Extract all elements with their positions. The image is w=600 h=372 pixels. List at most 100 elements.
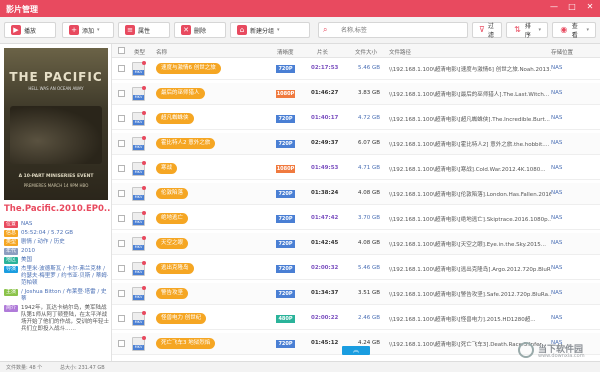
resolution-badge: 720P (276, 115, 295, 123)
movie-title[interactable]: 伦敦陷落 (156, 188, 189, 199)
movie-title[interactable]: 最后的巫师猎人 (156, 88, 205, 99)
info-value: 杰里米·波德斯瓦 / 卡尔·弗兰克林 / 约瑟夫·梅里罗 / 约书亚·贝斯 / … (21, 266, 109, 286)
info-value: / Joshua Bitton / 布莱登·塔雷 / 史蒂 (21, 289, 107, 302)
info-value: 05:52:04 / 5.72 GB (21, 230, 74, 236)
row-checkbox[interactable] (118, 140, 125, 147)
minimize-icon[interactable]: — (548, 2, 560, 11)
table-row[interactable]: MKV 警告攻坚 720P 01:34:37 3.51 GB \\192.168.1.10… (112, 283, 600, 305)
duration: 01:46:27 (311, 90, 339, 96)
properties-label: 属性 (138, 27, 151, 35)
row-checkbox[interactable] (118, 290, 125, 297)
add-button[interactable]: + 添加 ▾ (62, 22, 114, 38)
new-group-label: 新建分组 (250, 27, 275, 35)
info-row: 信息 05:52:04 / 5.72 GB (4, 230, 110, 237)
movie-title[interactable]: 速度与激情6 创世之旅 (156, 63, 221, 74)
row-checkbox[interactable] (118, 215, 125, 222)
row-checkbox[interactable] (118, 190, 125, 197)
info-value: NAS (21, 221, 33, 227)
duration: 01:42:45 (311, 240, 339, 246)
row-checkbox[interactable] (118, 165, 125, 172)
search-input[interactable] (341, 25, 461, 36)
column-path[interactable]: 文件路径 (389, 48, 411, 56)
poster-subtitle: HELL WAS AN OCEAN AWAY (28, 86, 84, 91)
row-checkbox[interactable] (118, 240, 125, 247)
app-title: 影片管理 (6, 5, 38, 14)
sort-button[interactable]: ⇅ 排序 ▾ (506, 22, 548, 39)
file-path: \\192.168.1.100\超清电影\[超凡蜘蛛侠].The.Incredi… (389, 117, 550, 123)
movie-poster[interactable]: THE PACIFIC HELL WAS AN OCEAN AWAY A 10-… (4, 48, 108, 200)
movie-title[interactable]: 逃出克隆岛 (156, 263, 194, 274)
play-button[interactable]: ▶ 播放 (4, 22, 56, 38)
filter-button[interactable]: ⊽ 过滤 (472, 22, 502, 39)
table-row[interactable]: MKV 怪兽电力 创世纪 480P 02:00:22 2.46 GB \\192.168.… (112, 308, 600, 330)
row-checkbox[interactable] (118, 90, 125, 97)
file-size: 3.70 GB (358, 215, 381, 221)
row-checkbox[interactable] (118, 340, 125, 347)
file-path: \\192.168.1.100\超清电影\[速度与激情6] 创世之旅.Noah.… (389, 67, 551, 73)
storage-location: NAS (551, 65, 563, 71)
movie-title[interactable]: 绝地逃亡 (156, 213, 189, 224)
mkv-file-icon: MKV (132, 236, 146, 251)
info-row: 导演 杰里米·波德斯瓦 / 卡尔·弗兰克林 / 约瑟夫·梅里罗 / 约书亚·贝斯 … (4, 266, 110, 287)
column-name[interactable]: 名称 (156, 48, 167, 56)
mkv-file-icon: MKV (132, 261, 146, 276)
file-path: \\192.168.1.100\超清电影\[寒战].Cold.War.2012.… (389, 167, 546, 173)
poster-image (10, 106, 102, 164)
table-row[interactable]: MKV 天空之眼 720P 01:42:45 4.08 GB \\192.168.1.10… (112, 233, 600, 255)
movie-title[interactable]: 寒战 (156, 163, 178, 174)
search-box[interactable]: ⌕ (318, 22, 468, 38)
file-size: 2.46 GB (358, 315, 381, 321)
table-row[interactable]: MKV 霍比特人2 意外之旅 720P 02:49:37 6.07 GB \\192.16… (112, 133, 600, 155)
info-value: 剧情 / 动作 / 历史 (21, 239, 65, 245)
movie-title[interactable]: 警告攻坚 (156, 288, 189, 299)
storage-location: NAS (551, 140, 563, 146)
duration: 02:17:53 (311, 65, 339, 71)
movie-title[interactable]: 超凡蜘蛛侠 (156, 113, 194, 124)
row-checkbox[interactable] (118, 315, 125, 322)
play-icon: ▶ (11, 25, 21, 35)
new-group-button[interactable]: ⌂ 新建分组 ▾ (230, 22, 310, 38)
table-row[interactable]: MKV 逃出克隆岛 720P 02:00:32 5.46 GB \\192.168.1.1… (112, 258, 600, 280)
column-type[interactable]: 类型 (134, 48, 145, 56)
column-size[interactable]: 文件大小 (355, 48, 377, 56)
column-location[interactable]: 存储位置 (551, 48, 573, 56)
row-checkbox[interactable] (118, 115, 125, 122)
row-checkbox[interactable] (118, 265, 125, 272)
movie-title[interactable]: 天空之眼 (156, 238, 189, 249)
movie-info: 位置 NAS 信息 05:52:04 / 5.72 GB 类型 剧情 / 动作 / 历史年… (4, 221, 110, 335)
table-row[interactable]: MKV 绝地逃亡 720P 01:47:42 3.70 GB \\192.168.1.10… (112, 208, 600, 230)
select-all-checkbox[interactable] (118, 47, 125, 54)
mkv-file-icon: MKV (132, 111, 146, 126)
info-tag: 类型 (4, 239, 18, 246)
movie-title[interactable]: 怪兽电力 创世纪 (156, 313, 207, 324)
info-tag: 年代 (4, 248, 18, 255)
table-header: 类型 名称 清晰度 片长 文件大小 文件路径 存储位置 (112, 44, 600, 58)
file-path: \\192.168.1.100\超清电影\[伦敦陷落].London.Has.F… (389, 192, 551, 198)
column-duration[interactable]: 片长 (317, 48, 328, 56)
chevron-down-icon: ▾ (277, 27, 280, 33)
table-row[interactable]: MKV 寒战 1080P 01:49:53 4.71 GB \\192.168.1.100… (112, 158, 600, 180)
poster-event: A 10-PART MINISERIES EVENT (18, 174, 94, 179)
chevron-down-icon: ▾ (97, 27, 100, 33)
row-checkbox[interactable] (118, 65, 125, 72)
properties-button[interactable]: ≡ 属性 (118, 22, 170, 38)
table-row[interactable]: MKV 超凡蜘蛛侠 720P 01:40:17 4.72 GB \\192.168.1.1… (112, 108, 600, 130)
duration: 01:45:12 (311, 340, 339, 346)
delete-button[interactable]: ✕ 删除 (174, 22, 226, 38)
storage-location: NAS (551, 165, 563, 171)
storage-location: NAS (551, 290, 563, 296)
table-row[interactable]: MKV 速度与激情6 创世之旅 720P 02:17:53 5.46 GB \\192.1… (112, 58, 600, 80)
table-row[interactable]: MKV 伦敦陷落 720P 01:38:24 4.08 GB \\192.168.1.10… (112, 183, 600, 205)
table-row[interactable]: MKV 最后的巫师猎人 1080P 01:46:27 3.83 GB \\192.168.… (112, 83, 600, 105)
delete-label: 删除 (194, 27, 207, 35)
scroll-top-button[interactable]: ︽ (342, 346, 370, 355)
movie-title[interactable]: 死亡飞车3 地狱烈焰 (156, 338, 216, 349)
sort-label: 排序 (524, 23, 531, 39)
file-count: 文件数量: 48 个 (6, 365, 43, 371)
movie-title[interactable]: 霍比特人2 意外之旅 (156, 138, 216, 149)
file-size: 3.83 GB (358, 90, 381, 96)
view-button[interactable]: ◉ 查看 ▾ (552, 22, 596, 39)
maximize-icon[interactable]: □ (566, 2, 578, 11)
close-icon[interactable]: ✕ (584, 2, 596, 11)
column-resolution[interactable]: 清晰度 (277, 48, 294, 56)
